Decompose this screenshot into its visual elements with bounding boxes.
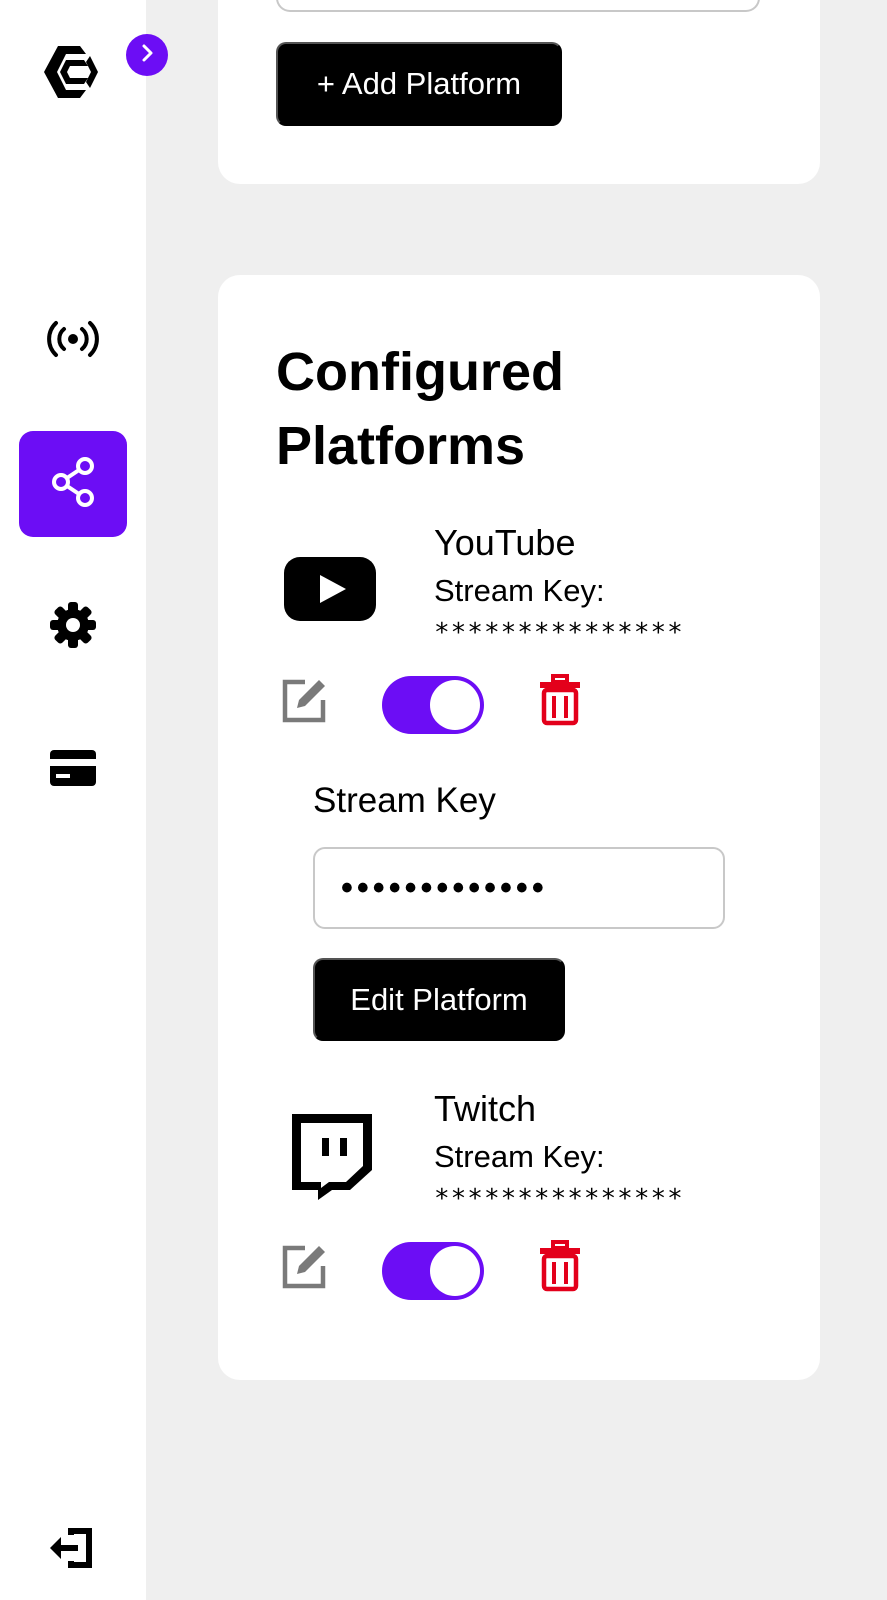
credit-card-icon bbox=[49, 748, 97, 793]
toggle-knob bbox=[430, 680, 480, 730]
youtube-icon bbox=[284, 557, 376, 626]
add-platform-card: + Add Platform bbox=[218, 0, 820, 184]
twitch-toggle[interactable] bbox=[382, 1242, 484, 1300]
platform-input[interactable] bbox=[276, 0, 760, 12]
twitch-icon bbox=[288, 1114, 372, 1205]
youtube-toggle[interactable] bbox=[382, 676, 484, 734]
broadcast-icon bbox=[47, 319, 99, 364]
nav-item-live[interactable] bbox=[19, 288, 127, 394]
gear-icon bbox=[48, 600, 98, 655]
stream-key-input[interactable]: ••••••••••••• bbox=[313, 847, 725, 929]
configured-platforms-card: Configured Platforms YouTube Stream Key:… bbox=[218, 275, 820, 1380]
share-icon bbox=[49, 456, 97, 513]
expand-sidebar-button[interactable] bbox=[126, 34, 168, 76]
sidebar bbox=[0, 0, 168, 1600]
trash-icon bbox=[538, 673, 582, 731]
nav-item-platforms[interactable] bbox=[19, 431, 127, 537]
trash-icon bbox=[538, 1239, 582, 1297]
platform-name: Twitch bbox=[434, 1088, 537, 1129]
toggle-knob bbox=[430, 1246, 480, 1296]
delete-twitch-button[interactable] bbox=[536, 1239, 584, 1297]
platform-name: YouTube bbox=[434, 522, 576, 563]
stream-key-masked: *************** bbox=[434, 618, 684, 648]
edit-icon bbox=[279, 676, 329, 731]
stream-key-masked: *************** bbox=[434, 1184, 684, 1214]
nav-item-billing[interactable] bbox=[19, 717, 127, 823]
logout-icon bbox=[48, 1525, 96, 1576]
edit-icon bbox=[279, 1242, 329, 1297]
nav-item-settings[interactable] bbox=[19, 574, 127, 680]
logout-button[interactable] bbox=[44, 1524, 100, 1576]
page-title: Configured Platforms bbox=[276, 342, 564, 476]
add-platform-button[interactable]: + Add Platform bbox=[276, 42, 562, 126]
stream-key-label: Stream Key: bbox=[434, 573, 605, 608]
stream-key-label: Stream Key: bbox=[434, 1139, 605, 1174]
delete-youtube-button[interactable] bbox=[536, 673, 584, 731]
stream-key-field-label: Stream Key bbox=[313, 781, 496, 820]
edit-twitch-button[interactable] bbox=[278, 1243, 330, 1295]
edit-platform-button[interactable]: Edit Platform bbox=[313, 958, 565, 1041]
edit-youtube-button[interactable] bbox=[278, 677, 330, 729]
brand-logo[interactable] bbox=[36, 42, 102, 102]
chevron-right-icon bbox=[137, 43, 157, 68]
